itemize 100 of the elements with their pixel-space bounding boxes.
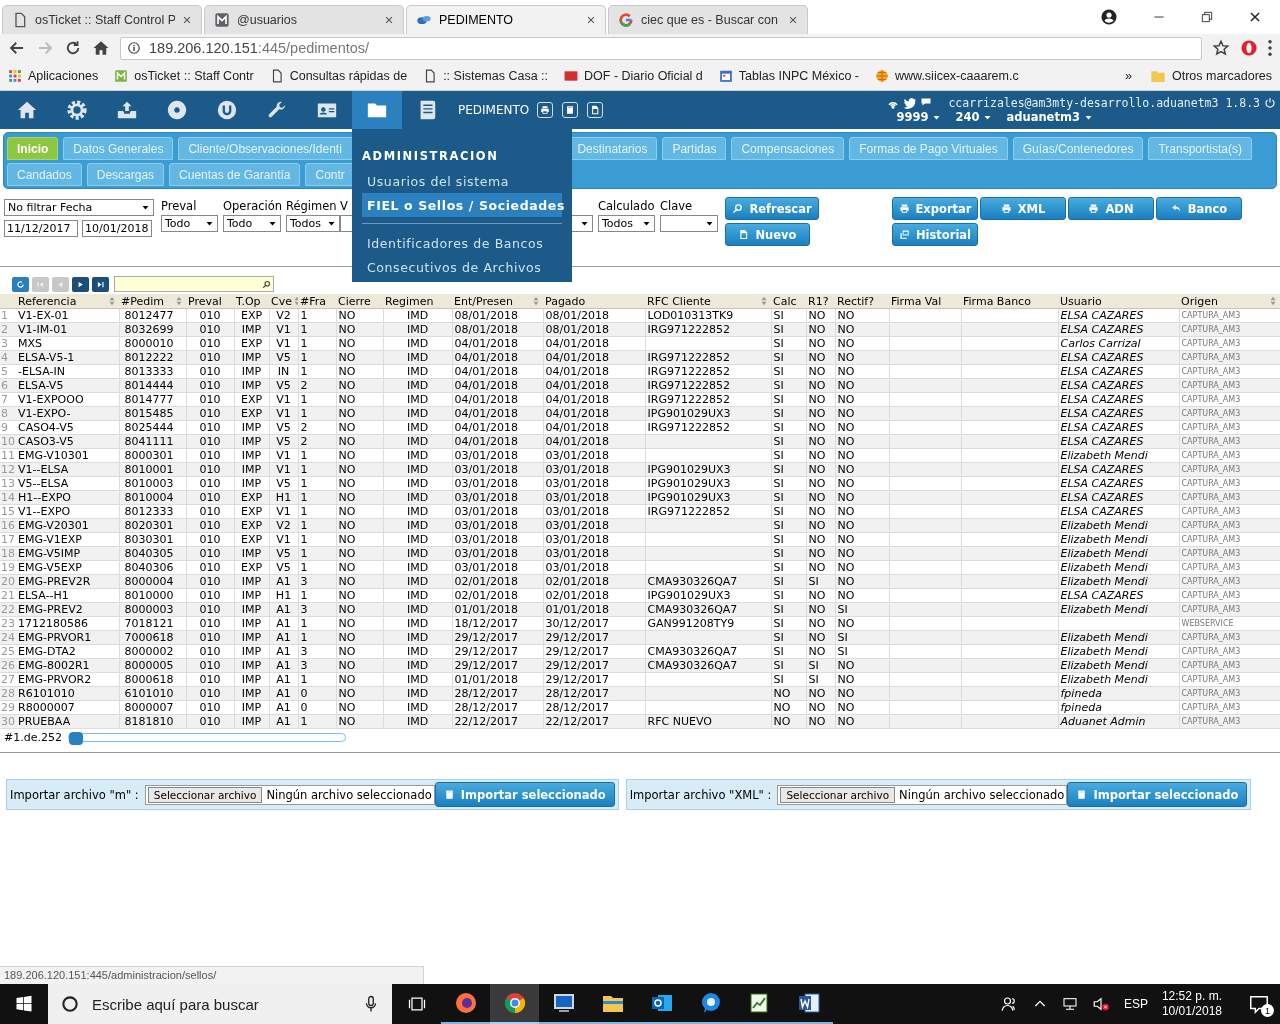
table-cell: NO	[806, 700, 835, 715]
table-cell: 1	[298, 504, 336, 519]
table-cell: EXP	[234, 560, 269, 575]
row-number: 13	[0, 476, 16, 491]
table-cell: IMD	[383, 336, 452, 351]
table-cell: 30/12/2017	[543, 616, 645, 631]
table-cell: 0	[298, 700, 336, 715]
table-cell: IMP	[234, 644, 269, 659]
table-cell: NO	[835, 364, 889, 379]
table-cell: NO	[806, 448, 835, 463]
table-cell: NO	[336, 560, 383, 575]
table-cell: ELSA CAZARES	[1058, 420, 1179, 435]
table-cell: 03/01/2018	[452, 504, 543, 519]
table-cell: CAPTURA_AM3	[1179, 420, 1280, 435]
table-cell: SI	[771, 420, 806, 435]
table-cell: IRG971222852	[645, 504, 771, 519]
table-cell: EMG-V1EXP	[16, 532, 119, 547]
file-name-label: Ningún archivo seleccionado	[899, 787, 1065, 802]
table-cell: 8000007	[119, 700, 186, 715]
table-cell: NO	[806, 560, 835, 575]
table-cell: NO	[835, 616, 889, 631]
table-cell: A1	[269, 644, 298, 659]
table-cell: 8030301	[119, 532, 186, 547]
row-number: 25	[0, 644, 16, 659]
table-cell: IMP	[234, 672, 269, 687]
table-cell: ELSA CAZARES	[1058, 504, 1179, 519]
table-cell: IMP	[234, 364, 269, 379]
table-cell: 8010000	[119, 588, 186, 603]
table-cell: SI	[771, 448, 806, 463]
table-cell: NO	[336, 364, 383, 379]
table-cell: NO	[806, 532, 835, 547]
table-cell: 010	[186, 616, 234, 631]
table-cell: SI	[835, 644, 889, 659]
table-cell: CAPTURA_AM3	[1179, 504, 1280, 519]
table-cell: CMA930326QA7	[645, 644, 771, 659]
table-cell: 18/12/2017	[452, 616, 543, 631]
table-cell: V1	[269, 504, 298, 519]
row-number: 21	[0, 588, 16, 603]
table-cell: 8000301	[119, 448, 186, 463]
table-cell: IMD	[383, 476, 452, 491]
table-cell: 04/01/2018	[452, 364, 543, 379]
table-cell: NO	[806, 644, 835, 659]
table-cell: IRG971222852	[645, 420, 771, 435]
table-cell: NO	[835, 392, 889, 407]
table-cell: 010	[186, 560, 234, 575]
table-cell: 010	[186, 476, 234, 491]
table-cell: EXP	[234, 392, 269, 407]
table-cell: R8000007	[16, 700, 119, 715]
table-cell: 1	[298, 532, 336, 547]
table-cell: 010	[186, 644, 234, 659]
table-cell: 010	[186, 588, 234, 603]
table-cell: fpineda	[1058, 700, 1179, 715]
table-cell: NO	[336, 448, 383, 463]
table-cell: 1	[298, 672, 336, 687]
table-cell: NO	[771, 700, 806, 715]
table-cell: IMP	[234, 420, 269, 435]
table-cell: 03/01/2018	[543, 504, 645, 519]
module-title: PEDIMENTO	[458, 103, 530, 117]
table-cell: CAPTURA_AM3	[1179, 532, 1280, 547]
table-cell: IMD	[383, 532, 452, 547]
row-number: 17	[0, 532, 16, 547]
table-cell: IPG901029UX3	[645, 476, 771, 491]
table-cell: CAPTURA_AM3	[1179, 588, 1280, 603]
table-cell: 04/01/2018	[543, 420, 645, 435]
table-cell: IMD	[383, 644, 452, 659]
table-cell: 010	[186, 420, 234, 435]
table-cell: 03/01/2018	[543, 532, 645, 547]
row-number: 5	[0, 364, 16, 379]
table-cell: IMD	[383, 588, 452, 603]
table-cell: V1-EXPOOO	[16, 392, 119, 407]
table-cell: NO	[835, 700, 889, 715]
menu-heading: ADMINISTRACION	[362, 149, 500, 163]
table-cell: SI	[771, 616, 806, 631]
table-cell: ELSA CAZARES	[1058, 308, 1179, 323]
table-cell: 010	[186, 672, 234, 687]
table-cell: V1	[269, 336, 298, 351]
table-cell: NO	[806, 504, 835, 519]
table-cell: 02/01/2018	[543, 588, 645, 603]
table-cell: IRG971222852	[645, 364, 771, 379]
table-cell: A1	[269, 672, 298, 687]
table-cell: 1	[298, 392, 336, 407]
table-cell: IRG971222852	[645, 392, 771, 407]
filter-label: Calculado	[598, 199, 655, 214]
table-cell: GAN991208TY9	[645, 616, 771, 631]
table-cell: IMP	[234, 700, 269, 715]
table-cell: V5	[269, 560, 298, 575]
table-cell: 8014777	[119, 392, 186, 407]
row-number: 27	[0, 672, 16, 687]
import-label: Importar archivo "m" :	[10, 787, 139, 802]
row-number: 15	[0, 504, 16, 519]
table-cell: 010	[186, 700, 234, 715]
table-cell: V5	[269, 476, 298, 491]
table-cell: 3	[298, 644, 336, 659]
table-cell: 8012477	[119, 308, 186, 323]
table-cell: SI	[771, 364, 806, 379]
table-cell: 08/01/2018	[452, 308, 543, 323]
row-number: 1	[0, 308, 16, 323]
table-cell: 1	[298, 448, 336, 463]
table-cell: 010	[186, 364, 234, 379]
table-cell: IMD	[383, 448, 452, 463]
